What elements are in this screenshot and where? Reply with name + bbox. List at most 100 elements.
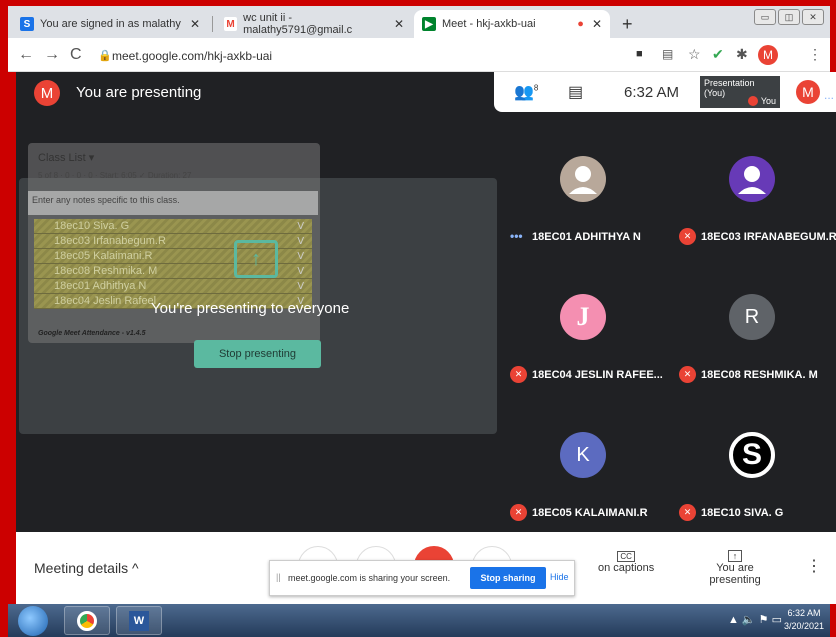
taskbar-word[interactable]: W (116, 606, 162, 635)
extension-footer: Google Meet Attendance - v1.4.5 (38, 330, 146, 337)
tab-divider (212, 16, 213, 32)
mic-off-icon: ✕ (679, 366, 696, 383)
translate-icon[interactable]: ▤ (662, 47, 673, 61)
self-tile-avatar: M (796, 80, 820, 104)
mic-off-icon: ✕ (679, 228, 696, 245)
more-icon[interactable]: ... (824, 88, 834, 102)
captions-label: on captions (598, 562, 655, 574)
url-input[interactable]: meet.google.com/hkj-axkb-uai (112, 49, 272, 63)
participant-name: 18EC08 RESHMIKA. M (701, 369, 818, 381)
captions-button[interactable]: CC on captions (598, 550, 654, 574)
puzzle-icon[interactable]: ✱ (736, 46, 748, 63)
avatar: S (729, 432, 775, 478)
meet-stage: M You are presenting 👥8 ▤ 6:32 AM Presen… (16, 72, 836, 532)
page-title: You are presenting (76, 84, 202, 101)
participant-name: 18EC04 JESLIN RAFEE... (532, 369, 663, 381)
participant-tile[interactable]: ✕ 18EC03 IRFANABEGUM.R (671, 116, 836, 252)
you-presenting-label: You are presenting (709, 562, 761, 586)
menu-icon[interactable]: ⋮ (808, 46, 822, 63)
chat-icon[interactable]: ▤ (568, 82, 583, 102)
minimize-icon[interactable]: ▭ (754, 9, 776, 25)
you-are-presenting-button[interactable]: ↑ You are presenting (690, 550, 780, 586)
stop-presenting-button[interactable]: Stop presenting (194, 340, 321, 368)
profile-avatar[interactable]: M (758, 45, 778, 65)
avatar (729, 156, 775, 202)
tab-favicon-icon: S (20, 17, 34, 31)
participant-tile[interactable]: K ✕ 18EC05 KALAIMANI.R (502, 392, 667, 528)
attendance-stats: 5 of 8 · 0 · 0 · 0 · Start: 6:05 ✓ Durat… (38, 171, 192, 180)
tab-label: Meet - hkj-axkb-uai (442, 18, 536, 30)
maximize-icon[interactable]: ◫ (778, 9, 800, 25)
tab-gmail[interactable]: M wc unit ii - malathy5791@gmail.c ✕ (216, 10, 412, 38)
drag-handle[interactable]: || (276, 572, 281, 582)
reload-icon[interactable]: C (70, 46, 82, 64)
muted-icon (748, 96, 758, 106)
mic-off-icon: ✕ (510, 366, 527, 383)
check-extension-icon[interactable]: ✔ (712, 46, 724, 63)
taskbar-chrome[interactable] (64, 606, 110, 635)
camera-icon[interactable]: ■ (636, 48, 643, 60)
participant-tile[interactable]: S ✕ 18EC10 SIVA. G (671, 392, 836, 528)
avatar: K (560, 432, 606, 478)
list-item[interactable]: 18ec01 Adhithya NV (34, 279, 312, 294)
start-button[interactable] (18, 606, 48, 636)
participant-name: 18EC03 IRFANABEGUM.R (701, 231, 836, 243)
participant-name: 18EC10 SIVA. G (701, 507, 784, 519)
avatar (560, 156, 606, 202)
stop-sharing-button[interactable]: Stop sharing (470, 567, 546, 589)
top-controls: 👥8 ▤ 6:32 AM Presentation (You) You M ..… (494, 72, 836, 112)
tab-label: You are signed in as malathy (40, 18, 181, 30)
lock-icon[interactable]: 🔒 (98, 49, 112, 62)
speaking-icon: ••• (510, 229, 523, 243)
tab-meet[interactable]: ▶ Meet - hkj-axkb-uai ● ✕ (414, 10, 610, 38)
list-item[interactable]: 18ec10 Siva. GV (34, 219, 312, 234)
new-tab-button[interactable]: + (622, 14, 633, 35)
participant-tile[interactable]: J ✕ 18EC04 JESLIN RAFEE... (502, 254, 667, 390)
system-tray[interactable]: ▲ 🔈 ⚑ ▭ (728, 613, 782, 626)
meet-icon: ▶ (422, 17, 436, 31)
mic-off-icon: ✕ (510, 504, 527, 521)
tab-strip: S You are signed in as malathy ✕ M wc un… (8, 6, 830, 38)
participant-tile[interactable]: R ✕ 18EC08 RESHMIKA. M (671, 254, 836, 390)
self-avatar: M (34, 80, 60, 106)
close-icon[interactable]: ✕ (394, 17, 404, 31)
share-message: meet.google.com is sharing your screen. (288, 573, 451, 583)
chrome-icon (77, 610, 97, 631)
participant-name: 18EC01 ADHITHYA N (532, 231, 641, 243)
people-icon[interactable]: 👥8 (514, 82, 538, 102)
clock-time: 6:32 AM (787, 608, 821, 618)
gmail-icon: M (224, 17, 238, 31)
participant-count: 8 (533, 83, 539, 93)
avatar: J (560, 294, 606, 340)
taskbar-clock[interactable]: 6:32 AM 3/20/2021 (784, 607, 824, 633)
captions-icon: CC (617, 551, 635, 562)
forward-icon[interactable]: → (44, 46, 60, 64)
close-icon[interactable]: ✕ (190, 17, 200, 31)
participant-tile[interactable]: ••• 18EC01 ADHITHYA N (502, 116, 667, 252)
avatar: R (729, 294, 775, 340)
tab-label: wc unit ii - malathy5791@gmail.c (243, 12, 353, 36)
more-options-icon[interactable]: ⋮ (806, 556, 822, 576)
participant-name: 18EC05 KALAIMANI.R (532, 507, 648, 519)
presentation-thumbnail[interactable]: Presentation (You) You (700, 76, 780, 108)
word-icon: W (129, 610, 149, 631)
hide-link[interactable]: Hide (550, 572, 569, 582)
tab-signed-in[interactable]: S You are signed in as malathy ✕ (12, 10, 208, 38)
class-list-dropdown[interactable]: Class List ▾ (38, 151, 94, 164)
window-close-icon[interactable]: ✕ (802, 9, 824, 25)
address-bar: ← → C 🔒 meet.google.com/hkj-axkb-uai ■ ▤… (8, 38, 830, 72)
screen-share-bar: || meet.google.com is sharing your scree… (269, 560, 575, 596)
present-upload-icon: ↑ (234, 240, 278, 278)
windows-taskbar: W ▲ 🔈 ⚑ ▭ 6:32 AM 3/20/2021 (8, 604, 830, 637)
thumbnail-label: Presentation (You) (704, 78, 755, 98)
present-icon: ↑ (728, 550, 742, 562)
close-icon[interactable]: ✕ (592, 17, 602, 31)
recording-icon: ● (577, 18, 584, 30)
meeting-details-button[interactable]: Meeting details ^ (34, 560, 139, 576)
star-icon[interactable]: ☆ (688, 46, 701, 63)
class-notes-input[interactable]: Enter any notes specific to this class. (28, 191, 318, 215)
back-icon[interactable]: ← (18, 46, 34, 64)
thumbnail-you: You (760, 96, 776, 106)
window-controls: ▭ ◫ ✕ (754, 9, 824, 25)
mic-off-icon: ✕ (679, 504, 696, 521)
